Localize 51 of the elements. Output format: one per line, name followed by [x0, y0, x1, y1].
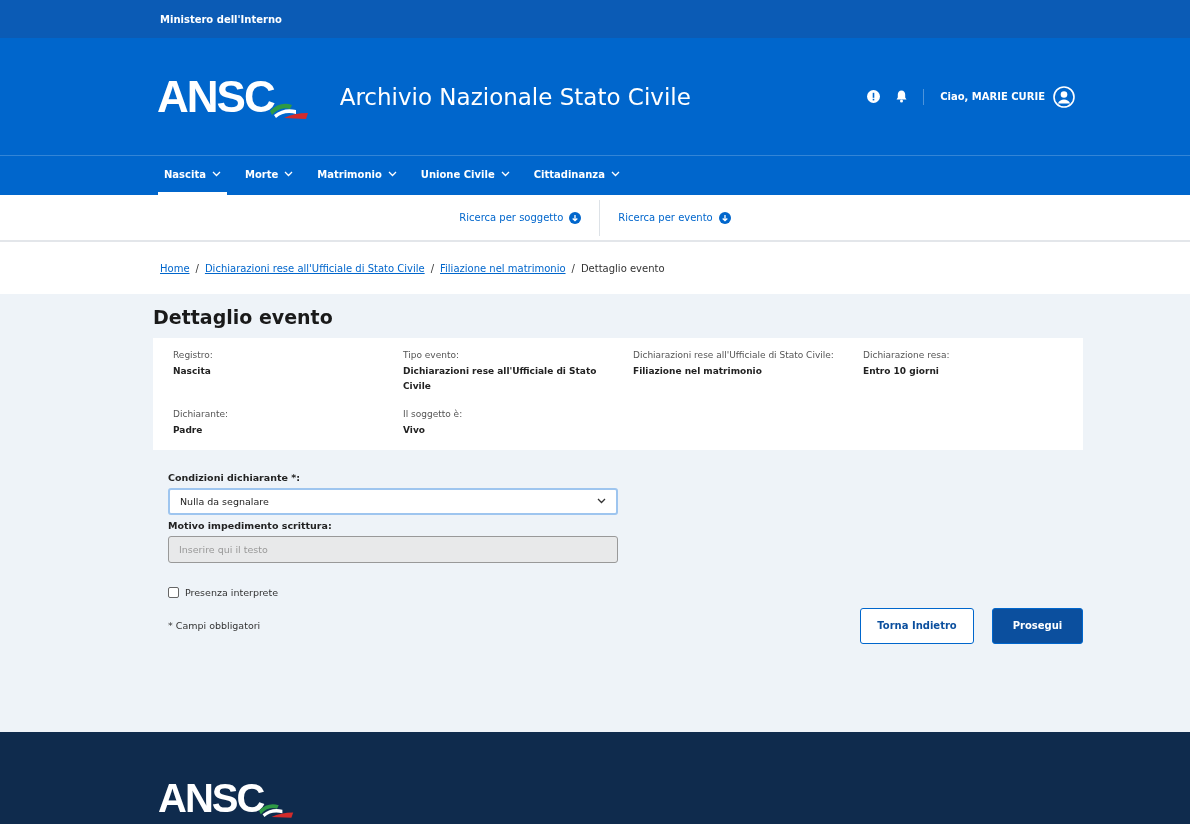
breadcrumb-current: Dettaglio evento	[580, 262, 665, 274]
detail-value: Dichiarazioni rese all'Ufficiale di Stato Civile	[403, 365, 598, 394]
back-button[interactable]: Torna Indietro	[860, 607, 974, 644]
bell-icon[interactable]	[896, 90, 908, 103]
detail-label: Il soggetto è:	[403, 408, 464, 419]
breadcrumb-link[interactable]: Home	[160, 262, 190, 274]
footer-logo-text: ANSC	[158, 778, 264, 818]
nav-tab[interactable]: Nascita	[158, 156, 227, 195]
arrow-down-circle-icon	[569, 211, 582, 224]
detail-label: Tipo evento:	[403, 350, 460, 360]
breadcrumb-link[interactable]: Filiazione nel matrimonio	[440, 262, 566, 274]
checkbox-label: Presenza interprete	[185, 586, 279, 598]
chevron-down-icon	[387, 171, 397, 177]
field-label: Motivo impedimento scrittura:	[168, 519, 333, 531]
detail-value: Entro 10 giorni	[863, 365, 940, 378]
required-note: * Campi obbligatori	[168, 620, 261, 632]
detail-label: Registro:	[173, 350, 214, 360]
search-link[interactable]: Ricerca per soggetto	[441, 199, 600, 236]
chevron-down-icon	[211, 171, 221, 177]
detail-value: Nascita	[173, 365, 212, 378]
nav-tab[interactable]: Cittadinanza	[527, 156, 626, 195]
alert-icon[interactable]	[867, 90, 881, 103]
detail-label: Dichiarazioni rese all'Ufficiale di Stato Civile:	[633, 350, 835, 360]
nav-tab[interactable]: Morte	[238, 156, 300, 195]
checkbox[interactable]	[168, 586, 179, 598]
search-link[interactable]: Ricerca per evento	[600, 199, 749, 236]
chevron-down-icon	[284, 171, 294, 177]
detail-label: Dichiarazione resa:	[863, 350, 951, 360]
user-avatar-icon[interactable]	[1053, 85, 1075, 108]
detail-label: Dichiarante:	[173, 408, 230, 419]
user-greeting[interactable]: Ciao, MARIE CURIE	[940, 91, 1045, 102]
detail-value: Filiazione nel matrimonio	[633, 365, 763, 378]
breadcrumb-separator: /	[430, 262, 434, 274]
chevron-down-icon	[610, 171, 620, 177]
continue-button[interactable]: Prosegui	[992, 607, 1083, 644]
page-title: Dettaglio evento	[153, 306, 334, 328]
nav-tab[interactable]: Matrimonio	[311, 156, 403, 195]
logo-text: ANSC	[157, 74, 274, 119]
breadcrumb-separator: /	[571, 262, 575, 274]
conditions-select[interactable]: Nulla da segnalare	[168, 487, 618, 515]
select-label: Condizioni dichiarante *:	[168, 471, 301, 483]
chevron-down-icon	[500, 171, 510, 177]
arrow-down-circle-icon	[718, 211, 731, 224]
site-title: Archivio Nazionale Stato Civile	[339, 83, 692, 110]
breadcrumb-separator: /	[195, 262, 199, 274]
chevron-down-icon	[597, 498, 606, 505]
ministry-label: Ministero dell'Interno	[160, 13, 282, 25]
breadcrumb-link[interactable]: Dichiarazioni rese all'Ufficiale di Stato Civile	[204, 262, 425, 274]
nav-tab[interactable]: Unione Civile	[414, 156, 516, 195]
detail-value: Vivo	[403, 423, 426, 437]
detail-value: Padre	[173, 423, 204, 437]
